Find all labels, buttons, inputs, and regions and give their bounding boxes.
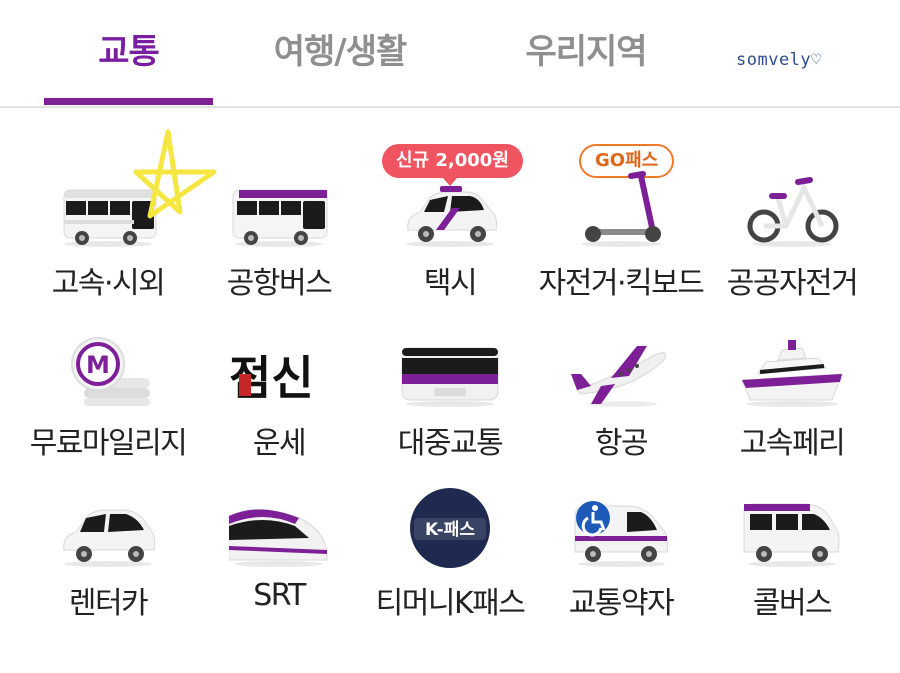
- tab-transport[interactable]: 교통: [44, 24, 213, 80]
- subway-train-icon: [401, 347, 499, 407]
- service-label: 렌터카: [68, 586, 149, 621]
- taxi-icon: [406, 186, 497, 247]
- service-call-bus[interactable]: 콜버스: [702, 430, 882, 621]
- airplane-icon: [571, 346, 666, 407]
- category-tab-bar: 교통 여행/생활 우리지역 somvely♡: [0, 0, 900, 108]
- service-label: SRT: [253, 578, 306, 613]
- service-label: 티머니K패스: [375, 586, 526, 621]
- bicycle-icon: [747, 177, 839, 247]
- brand-watermark: somvely♡: [736, 50, 822, 70]
- rental-car-icon: [63, 509, 156, 567]
- kickboard-icon: [581, 171, 661, 247]
- tab-divider: [0, 106, 900, 108]
- svg-text:M: M: [86, 351, 110, 379]
- service-rental-car[interactable]: 렌터카: [18, 430, 198, 621]
- service-tmoney-k-pass[interactable]: K-패스 티머니K패스: [360, 430, 540, 621]
- service-label: 콜버스: [752, 586, 833, 621]
- service-mobility-impaired[interactable]: 교통약자: [531, 430, 711, 621]
- star-doodle-icon: [133, 129, 217, 219]
- airport-bus-icon: [232, 189, 328, 247]
- k-pass-icon: K-패스: [410, 488, 490, 568]
- ferry-icon: [742, 340, 842, 407]
- svg-text:K-패스: K-패스: [425, 520, 475, 540]
- accessible-taxi-icon: [574, 501, 669, 567]
- service-label: 교통약자: [568, 586, 675, 621]
- srt-train-icon: [229, 508, 328, 567]
- tab-travel-life[interactable]: 여행/생활: [240, 24, 440, 80]
- tab-local-area[interactable]: 우리지역: [486, 24, 686, 80]
- service-srt[interactable]: SRT: [189, 430, 369, 620]
- active-tab-indicator: [44, 98, 213, 105]
- fortune-icon: 점신: [229, 351, 314, 405]
- call-bus-icon: [743, 503, 840, 567]
- mileage-coin-icon: M: [71, 337, 150, 406]
